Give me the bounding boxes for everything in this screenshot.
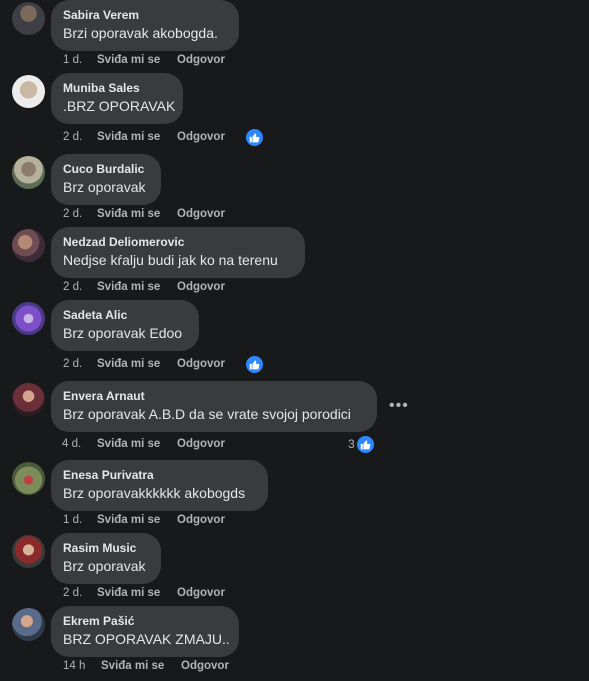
comment-author[interactable]: Enesa Purivatra [63, 468, 256, 483]
comment-bubble: Envera Arnaut Brz oporavak A.B.D da se v… [51, 381, 377, 432]
avatar[interactable] [12, 462, 45, 495]
comment-timestamp[interactable]: 2 d. [63, 587, 82, 599]
avatar[interactable] [12, 383, 45, 416]
thumbs-up-icon [360, 440, 371, 450]
comment-text: Brz oporavak [63, 558, 146, 574]
like-button[interactable]: Sviđa mi se [97, 358, 160, 370]
comment-bubble: Sadeta Alic Brz oporavak Edoo [51, 300, 199, 351]
reply-button[interactable]: Odgovor [177, 587, 225, 599]
comment-text: Brz oporavak A.B.D da se vrate svojoj po… [63, 406, 351, 422]
thumbs-up-icon [249, 133, 260, 143]
comment-text: Brz oporavak [63, 179, 146, 195]
reply-button[interactable]: Odgovor [177, 358, 225, 370]
comment-author[interactable]: Sabira Verem [63, 8, 227, 23]
reply-button[interactable]: Odgovor [177, 281, 225, 293]
comment-author[interactable]: Muniba Sales [63, 81, 171, 96]
like-button[interactable]: Sviđa mi se [97, 438, 160, 450]
comment-timestamp[interactable]: 14 h [63, 660, 85, 672]
reply-button[interactable]: Odgovor [177, 208, 225, 220]
comment-author[interactable]: Sadeta Alic [63, 308, 187, 323]
comment-timestamp[interactable]: 2 d. [63, 131, 82, 143]
comment-author[interactable]: Rasim Music [63, 541, 149, 556]
comment-text: BRZ OPORAVAK ZMAJU.. [63, 631, 230, 647]
comment-timestamp[interactable]: 2 d. [63, 281, 82, 293]
comment-bubble: Ekrem Pašić BRZ OPORAVAK ZMAJU.. [51, 606, 239, 657]
reply-button[interactable]: Odgovor [177, 131, 225, 143]
more-options-icon[interactable]: ••• [389, 398, 409, 414]
comment-timestamp[interactable]: 2 d. [63, 358, 82, 370]
thumbs-up-icon [249, 360, 260, 370]
avatar[interactable] [12, 156, 45, 189]
comment-text: Brz oporavakkkkkk akobogds [63, 485, 246, 501]
avatar[interactable] [12, 608, 45, 641]
comment-timestamp[interactable]: 4 d. [62, 438, 81, 450]
reaction-count[interactable]: 3 [348, 437, 355, 451]
like-reaction-icon[interactable] [356, 435, 375, 454]
comment-author[interactable]: Nedzad Deliomerovic [63, 235, 293, 250]
comment-author[interactable]: Cuco Burdalic [63, 162, 149, 177]
comment-text: Nedjse kŕalju budi jak ko na terenu [63, 252, 278, 268]
reply-button[interactable]: Odgovor [177, 514, 225, 526]
reply-button[interactable]: Odgovor [181, 660, 229, 672]
reply-button[interactable]: Odgovor [177, 438, 225, 450]
comment-bubble: Enesa Purivatra Brz oporavakkkkkk akobog… [51, 460, 268, 511]
comment-bubble: Rasim Music Brz oporavak [51, 533, 161, 584]
like-reaction-icon[interactable] [245, 355, 264, 374]
like-button[interactable]: Sviđa mi se [97, 208, 160, 220]
comment-author[interactable]: Ekrem Pašić [63, 614, 227, 629]
like-button[interactable]: Sviđa mi se [97, 281, 160, 293]
like-button[interactable]: Sviđa mi se [97, 131, 160, 143]
comment-bubble: Sabira Verem Brzi oporavak akobogda. [51, 0, 239, 51]
comment-author[interactable]: Envera Arnaut [63, 389, 365, 404]
like-button[interactable]: Sviđa mi se [101, 660, 164, 672]
reply-button[interactable]: Odgovor [177, 54, 225, 66]
like-button[interactable]: Sviđa mi se [97, 54, 160, 66]
comment-bubble: Nedzad Deliomerovic Nedjse kŕalju budi j… [51, 227, 305, 278]
avatar[interactable] [12, 535, 45, 568]
avatar[interactable] [12, 2, 45, 35]
avatar[interactable] [12, 229, 45, 262]
like-reaction-icon[interactable] [245, 128, 264, 147]
like-button[interactable]: Sviđa mi se [97, 587, 160, 599]
avatar[interactable] [12, 302, 45, 335]
avatar[interactable] [12, 75, 45, 108]
comment-bubble: Muniba Sales .BRZ OPORAVAK [51, 73, 183, 124]
comment-bubble: Cuco Burdalic Brz oporavak [51, 154, 161, 205]
comment-timestamp[interactable]: 1 d. [63, 514, 82, 526]
comment-text: Brzi oporavak akobogda. [63, 25, 218, 41]
comment-text: .BRZ OPORAVAK [63, 98, 176, 114]
like-button[interactable]: Sviđa mi se [97, 514, 160, 526]
comment-text: Brz oporavak Edoo [63, 325, 183, 341]
comment-timestamp[interactable]: 2 d. [63, 208, 82, 220]
comment-timestamp[interactable]: 1 d. [63, 54, 82, 66]
